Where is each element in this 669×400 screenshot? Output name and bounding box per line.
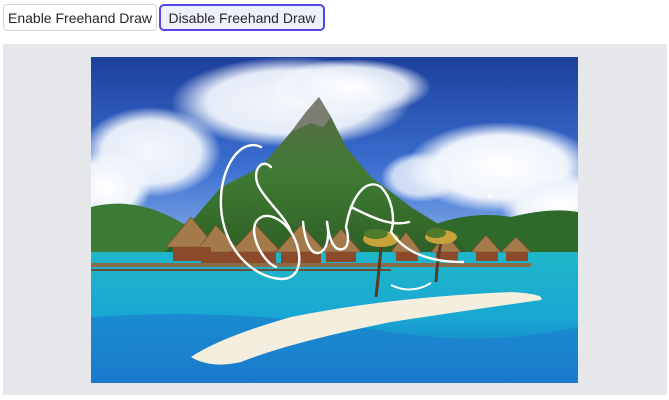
background-image [91, 57, 578, 383]
toolbar: Enable Freehand Draw Disable Freehand Dr… [0, 0, 669, 40]
disable-freehand-draw-button[interactable]: Disable Freehand Draw [159, 4, 325, 31]
enable-freehand-draw-button[interactable]: Enable Freehand Draw [3, 4, 157, 31]
drawing-canvas[interactable] [3, 44, 667, 395]
